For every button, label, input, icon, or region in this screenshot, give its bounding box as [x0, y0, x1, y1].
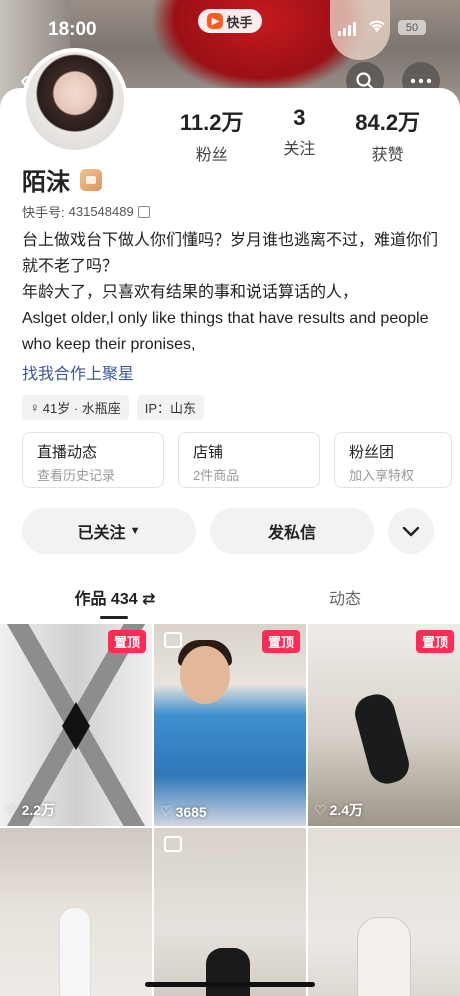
video-grid: 置顶 ♡ 2.2万 置顶 ♡ 3685 置顶 ♡ 2.4万 — [0, 624, 460, 996]
likes-count: ♡ 2.2万 — [6, 800, 55, 820]
heart-icon: ♡ — [160, 803, 173, 819]
stat-following-value: 3 — [293, 105, 306, 130]
stat-following[interactable]: 3 关注 — [283, 105, 315, 165]
chevron-down-icon — [402, 526, 420, 537]
app-badge-label: 快手 — [226, 14, 253, 30]
feature-fan-club-title: 粉丝团 — [349, 444, 395, 461]
video-tile[interactable]: 置顶 ♡ 2.2万 — [0, 624, 152, 826]
video-thumbnail — [351, 690, 413, 788]
heart-icon: ♡ — [314, 801, 327, 818]
video-thumbnail — [60, 908, 90, 996]
followed-button-label: 已关注 — [77, 525, 126, 542]
feature-shop[interactable]: 店铺 2件商品 — [178, 432, 320, 488]
kuaishou-logo-icon: ▶ — [207, 13, 224, 29]
collab-link[interactable]: 找我合作上聚星 — [22, 360, 134, 384]
wifi-icon — [369, 20, 385, 32]
video-thumbnail — [358, 918, 410, 996]
video-tile[interactable] — [0, 828, 152, 996]
feature-live-title: 直播动态 — [37, 444, 98, 461]
followed-button[interactable]: 已关注 ▼ — [22, 508, 196, 554]
action-row: 已关注 ▼ 发私信 — [22, 508, 434, 554]
message-button[interactable]: 发私信 — [210, 508, 374, 554]
age-tag: ♀ 41岁 · 水瓶座 — [22, 395, 129, 420]
age-tag-label: 41岁 · 水瓶座 — [42, 401, 121, 416]
copy-icon[interactable] — [137, 205, 150, 218]
name-row: 陌沫 — [22, 162, 102, 197]
feature-fan-club-sub: 加入享特权 — [349, 468, 415, 483]
female-icon: ♀ — [30, 400, 40, 415]
bio: 台上做戏台下做人你们懂吗？岁月谁也逃离不过，难道你们就不老了吗？ 年龄大了，只喜… — [22, 228, 442, 358]
stat-following-label: 关注 — [283, 141, 316, 158]
pinned-badge: 置顶 — [107, 630, 146, 653]
likes-count: ♡ 2.4万 — [314, 800, 363, 820]
content-tabs: 作品 434 ⇄ 动态 — [0, 585, 460, 621]
pinned-badge: 置顶 — [415, 630, 454, 653]
stat-likes-label: 获赞 — [371, 147, 404, 164]
image-post-icon — [164, 632, 182, 648]
likes-count: ♡ 3685 — [160, 803, 207, 820]
profile-stats: 11.2万 粉丝 3 关注 84.2万 获赞 — [160, 105, 440, 165]
app-badge: ▶ 快手 — [198, 9, 262, 33]
video-tile[interactable] — [154, 828, 306, 996]
stat-followers[interactable]: 11.2万 粉丝 — [180, 105, 244, 165]
kuaishou-id-label: 快手号: — [22, 205, 65, 220]
feature-cards: 直播动态 查看历史记录 店铺 2件商品 粉丝团 加入享特权 — [22, 432, 452, 488]
feature-live-sub: 查看历史记录 — [37, 468, 116, 483]
sort-icon[interactable]: ⇄ — [142, 591, 155, 608]
avatar[interactable] — [22, 48, 128, 154]
home-indicator[interactable] — [145, 982, 315, 987]
tab-works-label: 作品 434 — [74, 591, 138, 608]
likes-value: 2.2万 — [21, 802, 56, 818]
level-badge-icon[interactable] — [80, 168, 102, 191]
video-tile[interactable]: 置顶 ♡ 2.4万 — [308, 624, 460, 826]
heart-icon: ♡ — [6, 801, 19, 818]
bio-line: Aslget older,l only like things that hav… — [22, 310, 429, 353]
more-icon — [410, 78, 432, 84]
feature-live[interactable]: 直播动态 查看历史记录 — [22, 432, 164, 488]
kuaishou-id: 快手号: 431548489 — [22, 202, 150, 221]
ip-tag: IP：山东 — [136, 395, 205, 420]
stat-followers-value: 11.2万 — [179, 110, 244, 135]
video-tile[interactable] — [308, 828, 460, 996]
stat-followers-label: 粉丝 — [195, 147, 228, 164]
caret-down-icon: ▼ — [129, 525, 141, 537]
signal-icon — [338, 22, 356, 36]
pinned-badge: 置顶 — [261, 630, 300, 653]
battery-icon: 50 — [398, 20, 426, 35]
tab-dynamics[interactable]: 动态 — [230, 585, 460, 621]
image-post-icon — [164, 836, 182, 852]
tab-works[interactable]: 作品 434 ⇄ — [0, 585, 230, 621]
likes-value: 2.4万 — [329, 802, 364, 818]
feature-shop-title: 店铺 — [193, 444, 224, 461]
kuaishou-id-value: 431548489 — [68, 204, 134, 219]
bio-line: 年龄大了，只喜欢有结果的事和说话算话的人， — [22, 284, 359, 301]
profile-tags: ♀ 41岁 · 水瓶座 IP：山东 — [22, 395, 205, 420]
stat-likes-value: 84.2万 — [355, 110, 421, 135]
profile-name: 陌沫 — [22, 169, 70, 196]
bio-line: 台上做戏台下做人你们懂吗？岁月谁也逃离不过，难道你们就不老了吗？ — [22, 232, 439, 275]
video-thumbnail — [180, 646, 230, 704]
expand-button[interactable] — [388, 508, 434, 554]
feature-shop-sub: 2件商品 — [193, 468, 240, 483]
video-thumbnail — [206, 948, 250, 996]
feature-fan-club[interactable]: 粉丝团 加入享特权 — [334, 432, 452, 488]
stat-likes[interactable]: 84.2万 获赞 — [355, 105, 420, 165]
status-time: 18:00 — [48, 19, 97, 40]
likes-value: 3685 — [175, 803, 207, 820]
video-tile[interactable]: 置顶 ♡ 3685 — [154, 624, 306, 826]
